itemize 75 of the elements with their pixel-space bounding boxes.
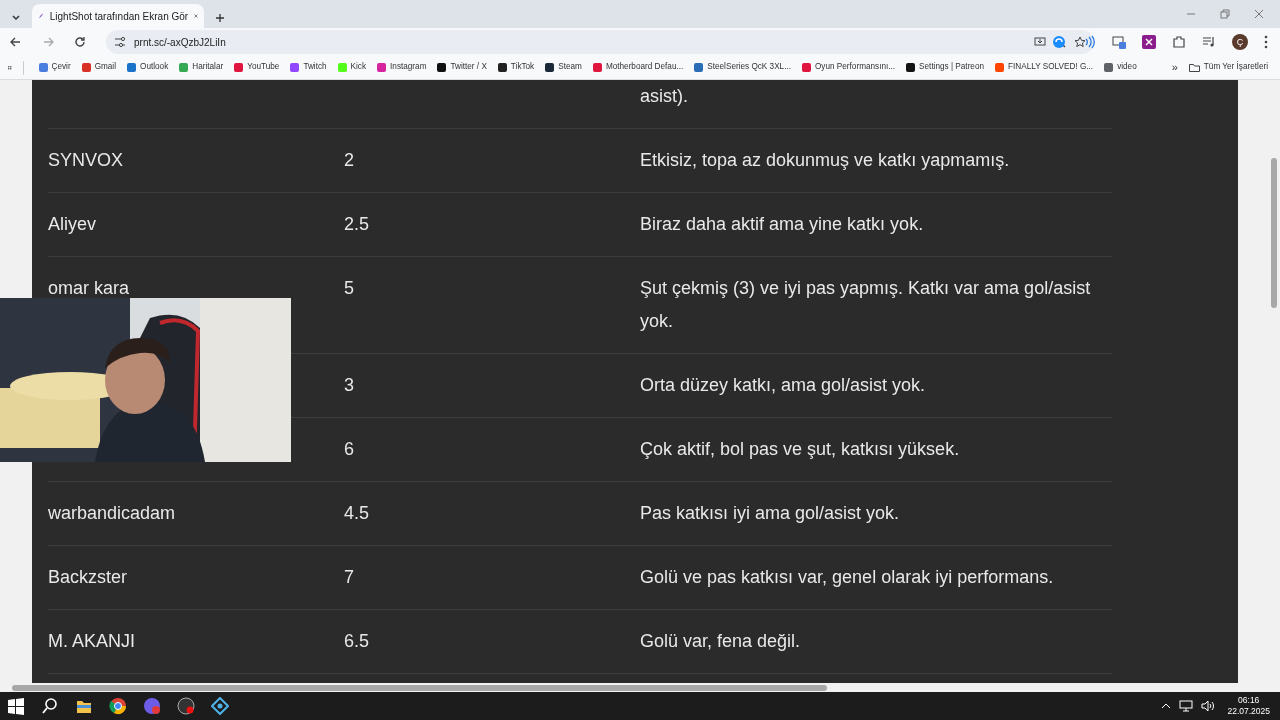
extension-icon[interactable]	[1142, 35, 1156, 49]
comment-text: Şut çekmiş (3) ve iyi pas yapmış. Katkı var ama gol/asist yok.	[640, 278, 1091, 331]
chevron-up-icon[interactable]	[1161, 701, 1172, 711]
bookmark[interactable]: Gmail	[77, 59, 120, 76]
rating-value: 6.5	[344, 631, 370, 651]
more-icon[interactable]	[1264, 35, 1268, 49]
caret-icon	[11, 13, 21, 23]
bookmark[interactable]: Haritalar	[175, 59, 228, 76]
close-icon[interactable]	[1254, 9, 1264, 19]
plus-icon	[215, 13, 225, 23]
bookmark[interactable]: Twitter / X	[433, 59, 491, 76]
folder-icon	[1188, 63, 1200, 72]
comment-text: Etkisiz, topa az dokunmuş ve katkı yapmamış.	[640, 150, 1010, 170]
recorder-icon[interactable]	[177, 697, 195, 715]
network-icon[interactable]	[1179, 700, 1194, 712]
bookmark[interactable]: Instagram	[373, 59, 431, 76]
windows-icon[interactable]	[7, 697, 25, 715]
bookmark[interactable]: FINALLY SOLVED! G...	[991, 59, 1098, 76]
rating-value: 4.5	[344, 503, 370, 523]
rating-value: 2	[344, 150, 354, 170]
rating-value: 3	[344, 375, 354, 395]
more-bookmarks-button[interactable]: »	[1167, 57, 1182, 78]
app-icon[interactable]	[211, 697, 229, 715]
url-field[interactable]: prnt.sc/-axQzbJ2LiIn	[134, 34, 1026, 50]
bookmark[interactable]: video	[1100, 59, 1141, 76]
site-settings-icon[interactable]	[114, 36, 126, 48]
install-icon[interactable]	[1034, 36, 1046, 48]
volume-icon[interactable]	[1201, 700, 1216, 712]
profile-button[interactable]: Ç	[1232, 34, 1248, 50]
comment-text: Pas katkısı iyi ama gol/asist yok.	[640, 503, 900, 523]
comment-text: Orta düzey katkı, ama gol/asist yok.	[640, 375, 926, 395]
rating-value: 7	[344, 567, 354, 587]
clock[interactable]: 06:16 22.07.2025	[1223, 695, 1274, 717]
bookmark[interactable]: Twitch	[286, 59, 331, 76]
bookmark[interactable]: SteelSeries QcK 3XL...	[690, 59, 795, 76]
bookmark[interactable]: Oyun Performansını...	[798, 59, 900, 76]
browser-icon[interactable]	[109, 697, 127, 715]
media-icon[interactable]	[1202, 35, 1216, 49]
player-name: Aliyev	[48, 214, 96, 234]
reload-icon[interactable]	[73, 35, 87, 49]
player-name: Backzster	[48, 567, 128, 587]
comment-text: Golü var, fena değil.	[640, 631, 801, 651]
close-icon[interactable]	[194, 12, 198, 20]
bookmark[interactable]: YouTube	[230, 59, 284, 76]
player-name: omar kara	[48, 278, 130, 298]
player-name: SYNVOX	[48, 150, 124, 170]
comment-text: Golü ve pas katkısı var, genel olarak iyi performans.	[640, 567, 1054, 587]
rating-value: 2.5	[344, 214, 370, 234]
bookmark[interactable]: Motherboard Defau...	[588, 59, 688, 76]
clock-date: 22.07.2025	[1227, 706, 1270, 717]
bookmark[interactable]: Kick	[333, 59, 371, 76]
comment-text: asist).	[640, 86, 688, 106]
address-bar[interactable]: prnt.sc/-axQzbJ2LiIn	[106, 30, 1094, 54]
rating-value: 6	[344, 439, 354, 459]
search-icon[interactable]	[41, 697, 59, 715]
player-name: warbandicadam	[48, 503, 176, 523]
bookmark[interactable]: Outlook	[123, 59, 173, 76]
scrollbar-thumb[interactable]	[12, 684, 827, 691]
bookmark[interactable]: Settings | Patreon	[902, 59, 989, 76]
comment-text: Biraz daha aktif ama yine katkı yok.	[640, 214, 924, 234]
rating-value: 5	[344, 278, 354, 298]
bookmark[interactable]: TikTok	[493, 59, 539, 76]
bookmark[interactable]: Çevir	[34, 59, 75, 76]
bookmark[interactable]: Steam	[541, 59, 586, 76]
browser-tab[interactable]: LightShot tarafından Ekran Gör	[32, 4, 204, 28]
extension-icon[interactable]	[1112, 35, 1126, 49]
scrollbar-thumb[interactable]	[1271, 158, 1277, 308]
clock-time: 06:16	[1237, 695, 1261, 706]
chat-app-icon[interactable]	[143, 697, 161, 715]
comment-text: Çok aktif, bol pas ve şut, katkısı yüksek.	[640, 439, 960, 459]
extensions-icon[interactable]	[1172, 35, 1186, 49]
star-icon[interactable]	[1074, 36, 1086, 48]
player-name: M. AKANJI	[48, 631, 136, 651]
all-bookmarks-button[interactable]: Tüm Yer İşaretleri	[1184, 59, 1272, 76]
back-icon[interactable]	[9, 35, 23, 49]
